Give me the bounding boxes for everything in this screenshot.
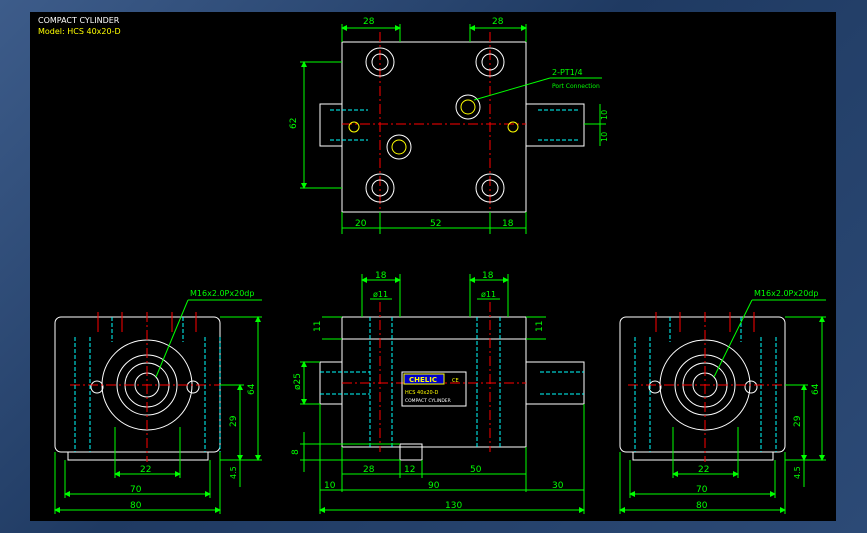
label-model: HCS 40x20-D (405, 390, 439, 396)
top-view-body (341, 41, 527, 213)
front-dim-11a: 11 (313, 321, 323, 332)
left-dim-29: 29 (229, 415, 239, 427)
left-dim-22: 22 (140, 465, 151, 475)
dim-right-a: 10 (600, 110, 609, 120)
right-dim-29: 29 (793, 415, 803, 427)
left-dim-4-5: 4.5 (229, 466, 238, 479)
drawing-canvas[interactable]: COMPACT CYLINDER Model: HCS 40x20-D 28 2… (30, 12, 836, 521)
front-view (300, 274, 585, 514)
label-brand: CHELIC (409, 376, 437, 384)
drawing-model: Model: HCS 40x20-D (38, 27, 121, 36)
left-dim-70: 70 (130, 485, 142, 495)
front-view-text: 18 18 ø11 ø11 11 11 ø25 8 28 12 50 10 90… (291, 271, 564, 511)
front-dim-11b: 11 (535, 321, 545, 332)
front-dim-phi25: ø25 (293, 373, 303, 390)
technical-drawing: COMPACT CYLINDER Model: HCS 40x20-D 28 2… (38, 16, 826, 514)
dim-bottom-right: 18 (502, 219, 514, 229)
right-view (619, 299, 826, 514)
dim-right-b: 10 (600, 132, 609, 142)
front-dim-phi11b: ø11 (481, 290, 496, 299)
front-view-rod-right (525, 361, 585, 405)
front-dim-12: 12 (404, 465, 415, 475)
drawing-title: COMPACT CYLINDER (38, 16, 120, 25)
dim-bottom-left: 20 (355, 219, 367, 229)
front-dim-10: 10 (324, 481, 336, 491)
front-view-rod-left (319, 361, 343, 405)
dim-bottom-mid: 52 (430, 219, 441, 229)
front-dim-18a: 18 (375, 271, 387, 281)
left-view (54, 299, 262, 514)
dim-top-left: 28 (363, 17, 375, 27)
front-dim-8: 8 (291, 449, 301, 455)
right-dim-70: 70 (696, 485, 708, 495)
left-dim-80: 80 (130, 501, 142, 511)
front-dim-90: 90 (428, 481, 440, 491)
front-dim-50: 50 (470, 465, 482, 475)
label-name: COMPACT CYLINDER (405, 398, 451, 404)
front-dim-130: 130 (445, 501, 462, 511)
port-lower (386, 134, 412, 160)
port-leader (473, 77, 551, 101)
right-dim-4-5: 4.5 (793, 466, 802, 479)
front-dim-28: 28 (363, 465, 375, 475)
port-label: 2-PT1/4 (552, 68, 583, 77)
right-thread-label: M16x2.0Px20dp (754, 289, 818, 298)
front-dim-18b: 18 (482, 271, 494, 281)
left-thread-label: M16x2.0Px20dp (190, 289, 254, 298)
right-view-dimension-text: M16x2.0Px20dp 22 70 80 64 29 4.5 (696, 289, 821, 511)
port-upper (455, 94, 481, 120)
label-code: CE (452, 378, 459, 384)
port-sublabel: Port Connection (552, 83, 600, 90)
right-dim-64: 64 (811, 383, 821, 395)
dim-top-right: 28 (492, 17, 504, 27)
front-dim-30: 30 (552, 481, 564, 491)
left-view-dimension-text: M16x2.0Px20dp 22 70 80 64 29 4.5 (130, 289, 257, 511)
dim-left-height: 62 (289, 118, 299, 129)
top-view-dimension-text: 28 28 62 10 10 20 52 18 2-PT1/4 Port Con… (289, 17, 609, 229)
front-dim-phi11a: ø11 (373, 290, 388, 299)
cad-viewport-frame: COMPACT CYLINDER Model: HCS 40x20-D 28 2… (0, 0, 867, 533)
left-dim-64: 64 (247, 383, 257, 395)
thread-leader-right (713, 299, 753, 378)
right-dim-22: 22 (698, 465, 709, 475)
right-dim-80: 80 (696, 501, 708, 511)
top-view (300, 24, 606, 234)
title-block: COMPACT CYLINDER Model: HCS 40x20-D (38, 16, 121, 36)
